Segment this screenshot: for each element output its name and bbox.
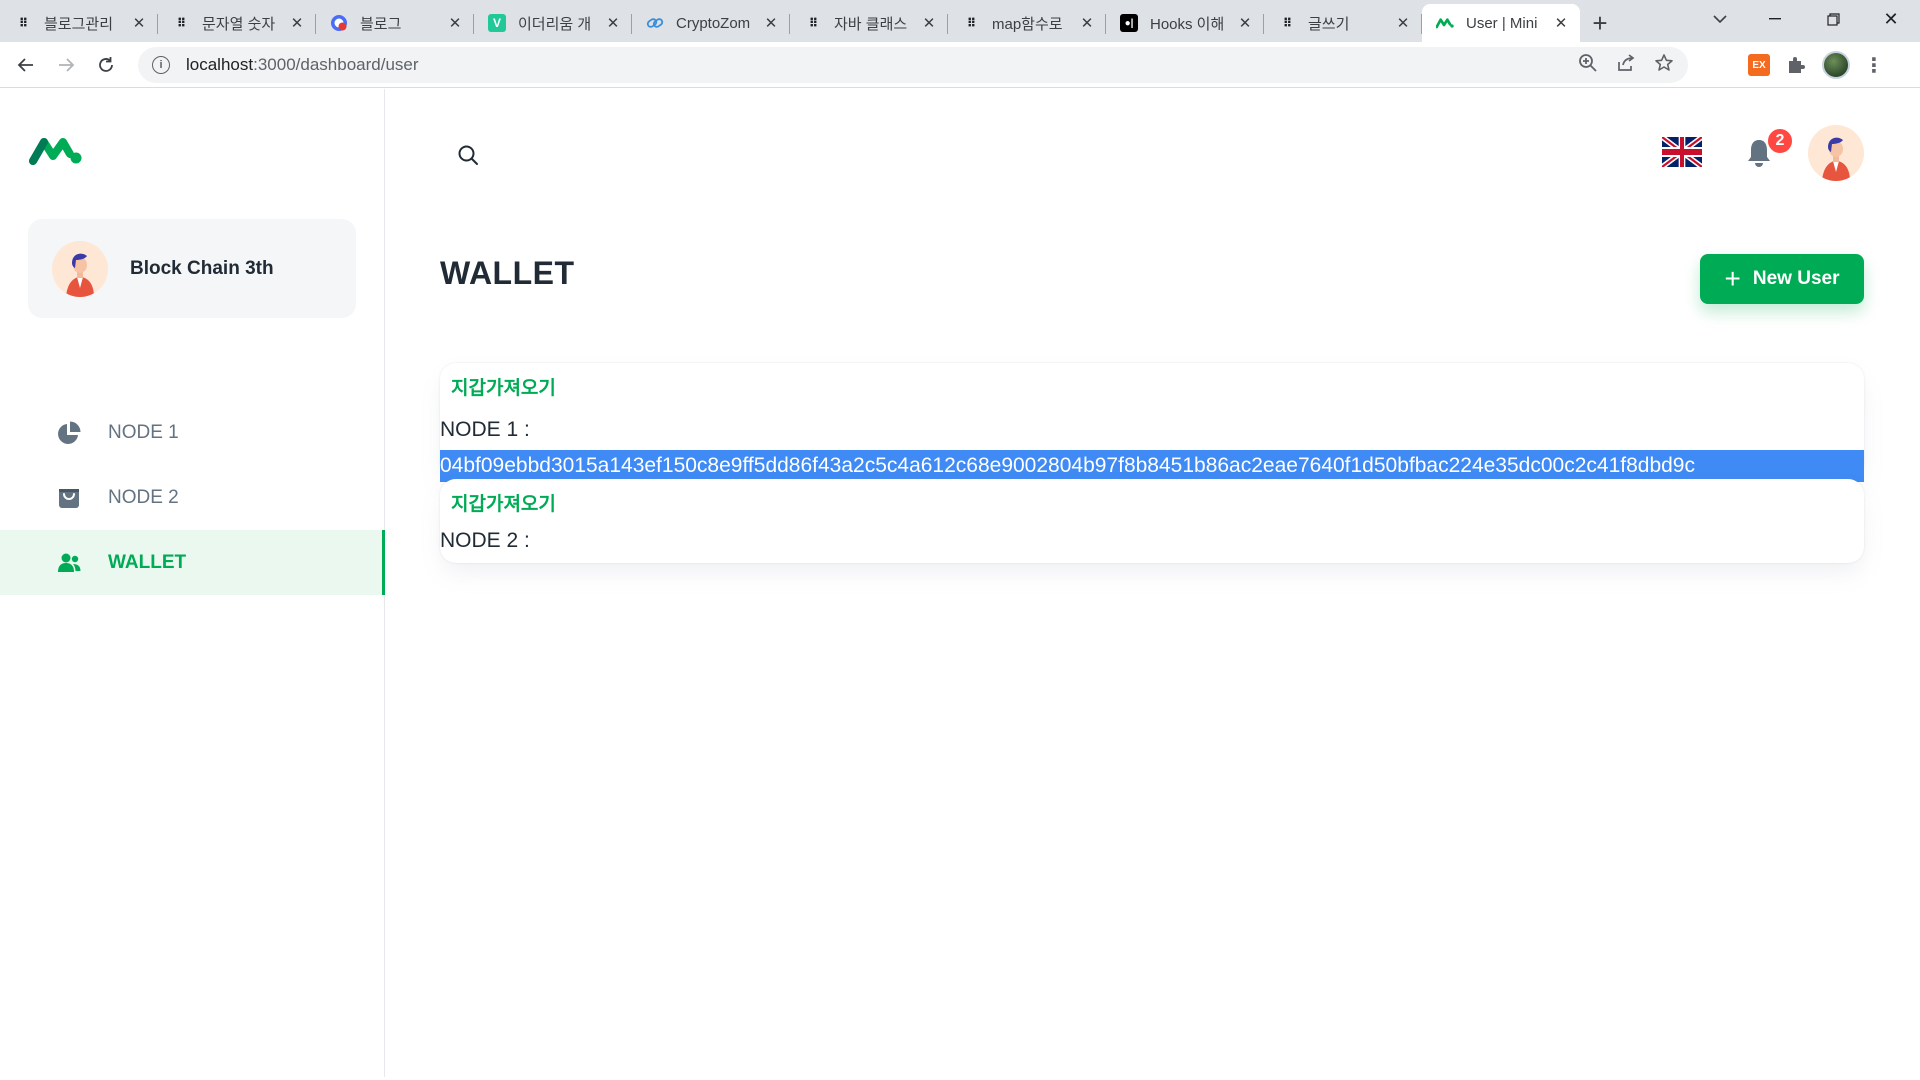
tab-close-icon[interactable]: ✕ bbox=[130, 14, 148, 32]
tab-close-icon[interactable]: ✕ bbox=[604, 14, 622, 32]
close-window-icon[interactable]: ✕ bbox=[1862, 0, 1920, 38]
new-user-button[interactable]: + New User bbox=[1700, 254, 1864, 304]
tab-close-icon[interactable]: ✕ bbox=[920, 14, 938, 32]
wallet-list: 지갑가져오기 NODE 1 : 04bf09ebbd3015a143ef150c… bbox=[440, 363, 1864, 563]
tab-favicon-icon bbox=[330, 14, 348, 32]
browser-tab[interactable]: ⠿ 블로그관리 ✕ bbox=[0, 4, 158, 42]
extension-ex-icon[interactable]: EX bbox=[1748, 54, 1770, 76]
tab-title: 블로그 bbox=[360, 15, 402, 33]
sidebar-item-label: NODE 2 bbox=[108, 486, 179, 508]
tab-favicon-icon: ⠿ bbox=[1282, 16, 1292, 30]
tab-title: CryptoZom bbox=[676, 14, 751, 32]
new-tab-button[interactable]: + bbox=[1580, 4, 1620, 42]
browser-tab-active[interactable]: User | Mini ✕ bbox=[1422, 4, 1580, 42]
search-icon[interactable] bbox=[452, 139, 484, 171]
tab-favicon-icon: ⠿ bbox=[176, 16, 186, 30]
tab-close-icon[interactable]: ✕ bbox=[446, 14, 464, 32]
tab-title: Hooks 이해 bbox=[1150, 15, 1225, 33]
sidebar-nav: NODE 1 NODE 2 WALLET bbox=[0, 400, 385, 595]
browser-tab[interactable]: ⠿ 글쓰기 ✕ bbox=[1264, 4, 1422, 42]
wallet-address[interactable]: 04bf09ebbd3015a143ef150c8e9ff5dd86f43a2c… bbox=[440, 450, 1864, 482]
notification-bell-button[interactable]: 2 bbox=[1744, 127, 1794, 173]
tab-favicon-icon: V bbox=[488, 14, 506, 32]
wallet-card: 지갑가져오기 NODE 2 : bbox=[440, 479, 1864, 563]
address-bar[interactable]: i localhost:3000/dashboard/user bbox=[138, 47, 1688, 83]
chain-link-icon bbox=[646, 14, 664, 32]
zoom-icon[interactable] bbox=[1578, 53, 1598, 78]
browser-tab[interactable]: CryptoZom ✕ bbox=[632, 4, 790, 42]
sidebar-item-label: NODE 1 bbox=[108, 421, 179, 443]
account-card[interactable]: Block Chain 3th bbox=[28, 219, 356, 318]
tab-close-icon[interactable]: ✕ bbox=[1394, 14, 1412, 32]
tab-close-icon[interactable]: ✕ bbox=[1236, 14, 1254, 32]
bookmark-star-icon[interactable] bbox=[1654, 53, 1674, 78]
app-root: Block Chain 3th NODE 1 NODE 2 WALLET 2 W… bbox=[0, 89, 1920, 1077]
tab-title: 블로그관리 bbox=[44, 15, 114, 33]
url-host: localhost bbox=[186, 55, 254, 74]
minimal-logo-icon bbox=[1436, 14, 1454, 32]
profile-avatar[interactable] bbox=[1822, 51, 1850, 79]
sidebar-item-node-2[interactable]: NODE 2 bbox=[0, 465, 385, 530]
sidebar-item-label: WALLET bbox=[108, 551, 187, 573]
tab-close-icon[interactable]: ✕ bbox=[1552, 14, 1570, 32]
tab-title: 글쓰기 bbox=[1308, 15, 1350, 33]
sidebar: Block Chain 3th NODE 1 NODE 2 WALLET bbox=[0, 89, 385, 1077]
logo-icon[interactable] bbox=[29, 134, 83, 166]
restore-icon[interactable] bbox=[1804, 0, 1862, 38]
notification-badge: 2 bbox=[1766, 127, 1794, 155]
wallet-card: 지갑가져오기 NODE 1 : 04bf09ebbd3015a143ef150c… bbox=[440, 363, 1864, 482]
shopping-bag-icon bbox=[56, 485, 82, 511]
browser-tab[interactable]: ●| Hooks 이해 ✕ bbox=[1106, 4, 1264, 42]
account-name: Block Chain 3th bbox=[130, 257, 274, 279]
tab-favicon-icon: ⠿ bbox=[18, 16, 28, 30]
people-icon bbox=[56, 550, 82, 576]
tab-title: map함수로 bbox=[992, 15, 1063, 33]
back-arrow-icon[interactable] bbox=[6, 45, 46, 85]
tab-favicon-icon: ⠿ bbox=[966, 16, 976, 30]
tab-favicon-icon: ⠿ bbox=[808, 16, 818, 30]
avatar bbox=[52, 240, 108, 297]
new-user-label: New User bbox=[1752, 268, 1840, 289]
extensions-puzzle-icon[interactable] bbox=[1784, 53, 1808, 77]
browser-tab[interactable]: 블로그 ✕ bbox=[316, 4, 474, 42]
site-info-icon[interactable]: i bbox=[152, 56, 170, 74]
tab-title: 자바 클래스 bbox=[834, 15, 908, 33]
browser-tab[interactable]: ⠿ 자바 클래스 ✕ bbox=[790, 4, 948, 42]
tab-close-icon[interactable]: ✕ bbox=[1078, 14, 1096, 32]
account-avatar-button[interactable] bbox=[1808, 125, 1864, 181]
sidebar-item-wallet[interactable]: WALLET bbox=[0, 530, 385, 595]
browser-tab[interactable]: V 이더리움 개 ✕ bbox=[474, 4, 632, 42]
page-title: WALLET bbox=[440, 255, 575, 291]
plus-icon: + bbox=[1724, 263, 1741, 294]
window-controls: ✕ bbox=[1746, 0, 1920, 38]
pie-chart-icon bbox=[56, 420, 82, 446]
tab-close-icon[interactable]: ✕ bbox=[288, 14, 306, 32]
tab-search-chevron-icon[interactable] bbox=[1700, 4, 1740, 34]
node-label: NODE 2 : bbox=[440, 529, 530, 552]
node-label: NODE 1 : bbox=[440, 418, 530, 441]
tab-title: 이더리움 개 bbox=[518, 15, 592, 33]
browser-toolbar: i localhost:3000/dashboard/user EX ⋮ bbox=[0, 42, 1920, 88]
reload-icon[interactable] bbox=[86, 45, 126, 85]
fetch-wallet-button[interactable]: 지갑가져오기 bbox=[451, 489, 556, 516]
browser-tab[interactable]: ⠿ map함수로 ✕ bbox=[948, 4, 1106, 42]
forward-arrow-icon[interactable] bbox=[46, 45, 86, 85]
minimize-icon[interactable] bbox=[1746, 0, 1804, 38]
fetch-wallet-button[interactable]: 지갑가져오기 bbox=[451, 373, 556, 400]
browser-tab-bar: ⠿ 블로그관리 ✕ ⠿ 문자열 숫자 ✕ 블로그 ✕ V 이더리움 개 ✕ Cr… bbox=[0, 0, 1920, 42]
medium-logo-icon: ●| bbox=[1120, 14, 1138, 32]
url-path: :3000/dashboard/user bbox=[253, 55, 419, 74]
sidebar-item-node-1[interactable]: NODE 1 bbox=[0, 400, 385, 465]
main-content: 2 WALLET + New User 지갑가져오기 NODE 1 : 04bf… bbox=[386, 89, 1920, 1077]
share-icon[interactable] bbox=[1616, 53, 1636, 78]
tab-close-icon[interactable]: ✕ bbox=[762, 14, 780, 32]
tab-title: User | Mini bbox=[1466, 14, 1538, 32]
browser-tab[interactable]: ⠿ 문자열 숫자 ✕ bbox=[158, 4, 316, 42]
tab-title: 문자열 숫자 bbox=[202, 15, 276, 33]
uk-flag-icon[interactable] bbox=[1661, 134, 1703, 170]
browser-menu-icon[interactable]: ⋮ bbox=[1864, 53, 1884, 78]
